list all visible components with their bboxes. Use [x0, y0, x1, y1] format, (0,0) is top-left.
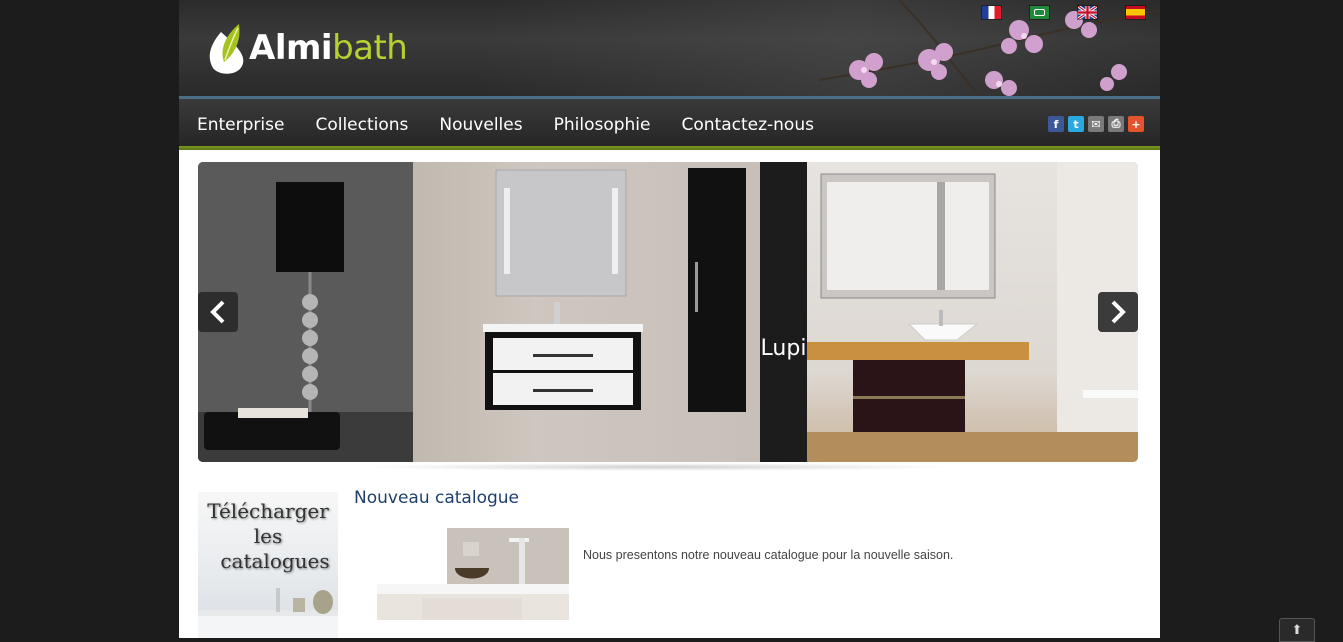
leaf-drop-icon	[207, 22, 247, 74]
flag-en-icon[interactable]	[1078, 6, 1097, 19]
catalog-box-line1: Télécharger	[207, 499, 329, 523]
social-share-bar: f t ✉ ⎙ +	[1048, 116, 1144, 132]
nav-item-philosophie[interactable]: Philosophie	[554, 115, 651, 135]
slide-caption: Lupi	[760, 336, 807, 361]
slide-image-vanity	[198, 162, 760, 462]
email-icon[interactable]: ✉	[1088, 116, 1104, 132]
slide-caption-band: Lupi	[760, 162, 807, 462]
catalog-box-line3: catalogues	[220, 549, 330, 573]
nav-item-enterprise[interactable]: Enterprise	[197, 115, 284, 135]
news-summary: Nous presentons notre nouveau catalogue …	[583, 548, 954, 562]
slider-next-button[interactable]	[1098, 292, 1138, 332]
chevron-left-icon	[210, 300, 225, 324]
print-icon[interactable]: ⎙	[1108, 116, 1124, 132]
scroll-to-top-button[interactable]: ⬆	[1279, 618, 1315, 642]
twitter-icon[interactable]: t	[1068, 116, 1084, 132]
catalog-box-line2: les	[253, 524, 283, 548]
nav-item-contactez-nous[interactable]: Contactez-nous	[681, 115, 813, 135]
slide-image-wood-vanity	[807, 162, 1138, 462]
flag-fr-icon[interactable]	[982, 6, 1001, 19]
chevron-right-icon	[1111, 300, 1126, 324]
nav-item-nouvelles[interactable]: Nouvelles	[439, 115, 522, 135]
facebook-icon[interactable]: f	[1048, 116, 1064, 132]
site-logo[interactable]: Almibath	[207, 20, 408, 76]
slider-prev-button[interactable]	[198, 292, 238, 332]
flag-ar-icon[interactable]	[1030, 6, 1049, 19]
logo-text-almi: Almi	[249, 28, 333, 68]
language-switcher	[982, 6, 1145, 19]
hero-slider: Lupi	[198, 162, 1138, 462]
page: Almibath Enterprise Collections Nouvelle…	[179, 0, 1160, 638]
share-plus-icon[interactable]: +	[1128, 116, 1144, 132]
arrow-up-icon: ⬆	[1291, 622, 1303, 637]
header: Almibath	[179, 0, 1160, 96]
news-thumbnail[interactable]	[377, 528, 569, 620]
news-title[interactable]: Nouveau catalogue	[354, 488, 519, 508]
download-catalogs-banner[interactable]: Télécharger les catalogues	[198, 492, 338, 638]
main-navigation: Enterprise Collections Nouvelles Philoso…	[179, 96, 1160, 150]
flag-es-icon[interactable]	[1126, 6, 1145, 19]
nav-item-collections[interactable]: Collections	[315, 115, 408, 135]
logo-text-bath: bath	[332, 28, 408, 68]
